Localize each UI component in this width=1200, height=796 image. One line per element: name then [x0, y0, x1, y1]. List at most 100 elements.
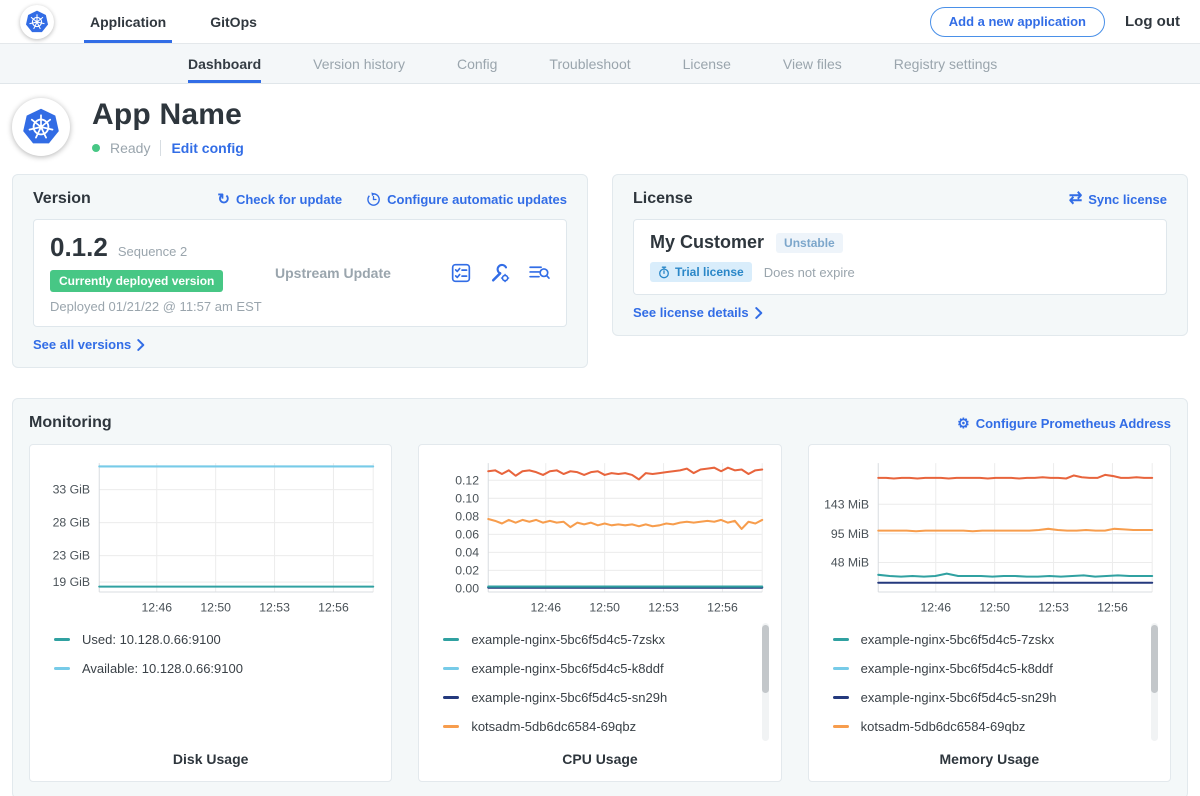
tab-registry-settings[interactable]: Registry settings [894, 44, 997, 83]
legend-label: example-nginx-5bc6f5d4c5-sn29h [861, 690, 1057, 705]
chart-card-memory: 48 MiB95 MiB143 MiB12:4612:5012:5312:56 … [808, 444, 1171, 782]
legend-swatch [833, 667, 849, 670]
disk-usage-legend: Used: 10.128.0.66:9100 Available: 10.128.… [42, 621, 379, 743]
license-details-card: My Customer Unstable Trial license Does … [633, 219, 1167, 295]
legend-swatch [443, 638, 459, 641]
legend-swatch [54, 638, 70, 641]
legend-item: example-nginx-5bc6f5d4c5-sn29h [833, 683, 1144, 712]
svg-text:12:50: 12:50 [979, 600, 1010, 614]
edit-config-wrench-icon[interactable] [489, 263, 510, 283]
legend-item: kotsadm-5db6dc6584-69qbz [443, 712, 754, 741]
legend-label: example-nginx-5bc6f5d4c5-k8ddf [471, 661, 663, 676]
sync-license-link[interactable]: ⇄ Sync license [1069, 191, 1167, 207]
tab-application[interactable]: Application [90, 0, 166, 43]
divider [160, 140, 161, 156]
chevron-right-icon [137, 339, 145, 351]
configure-automatic-updates-link[interactable]: Configure automatic updates [366, 192, 567, 207]
tab-config[interactable]: Config [457, 44, 497, 83]
configure-prometheus-link[interactable]: ⚙ Configure Prometheus Address [957, 416, 1171, 431]
app-header: App Name Ready Edit config [0, 84, 1200, 166]
scrollbar-thumb[interactable] [1151, 625, 1158, 693]
svg-text:12:46: 12:46 [141, 600, 172, 614]
view-diff-icon[interactable] [528, 264, 550, 282]
stopwatch-icon [658, 266, 670, 279]
svg-text:12:53: 12:53 [1038, 600, 1069, 614]
version-card-title: Version [33, 190, 91, 208]
edit-config-link[interactable]: Edit config [171, 140, 243, 156]
trial-license-badge: Trial license [650, 262, 752, 282]
sequence-label: Sequence 2 [118, 244, 187, 259]
tab-dashboard[interactable]: Dashboard [188, 44, 261, 83]
legend-item: Used: 10.128.0.66:9100 [54, 625, 365, 654]
chart-card-disk: 19 GiB23 GiB28 GiB33 GiB12:4612:5012:531… [29, 444, 392, 782]
legend-item: example-nginx-5bc6f5d4c5-k8ddf [443, 654, 754, 683]
svg-text:12:53: 12:53 [259, 600, 290, 614]
svg-text:12:46: 12:46 [531, 600, 562, 614]
refresh-icon: ↻ [217, 192, 230, 207]
version-source: Upstream Update [275, 265, 451, 281]
tab-troubleshoot[interactable]: Troubleshoot [549, 44, 630, 83]
memory-usage-legend: example-nginx-5bc6f5d4c5-7zskx example-ng… [821, 621, 1158, 743]
svg-text:33 GiB: 33 GiB [53, 483, 90, 497]
legend-label: kotsadm-5db6dc6584-69qbz [861, 719, 1026, 734]
app-logo-icon [12, 98, 70, 156]
svg-text:0.02: 0.02 [456, 563, 480, 577]
auto-update-clock-icon [366, 192, 381, 207]
svg-text:12:50: 12:50 [200, 600, 231, 614]
svg-text:95 MiB: 95 MiB [831, 527, 869, 541]
cpu-usage-chart: 0.000.020.040.060.080.100.1212:4612:5012… [431, 455, 768, 619]
monitoring-title: Monitoring [29, 414, 112, 432]
svg-text:12:53: 12:53 [649, 600, 680, 614]
chart-title: Memory Usage [821, 751, 1158, 767]
svg-text:12:50: 12:50 [590, 600, 621, 614]
kubernetes-logo-icon [20, 5, 54, 39]
legend-label: example-nginx-5bc6f5d4c5-sn29h [471, 690, 667, 705]
svg-text:48 MiB: 48 MiB [831, 556, 869, 570]
svg-text:0.10: 0.10 [456, 491, 480, 505]
legend-label: Available: 10.128.0.66:9100 [82, 661, 243, 676]
scrollbar-thumb[interactable] [762, 625, 769, 693]
license-card-title: License [633, 190, 693, 208]
svg-text:12:56: 12:56 [318, 600, 349, 614]
svg-text:0.08: 0.08 [456, 509, 480, 523]
legend-scrollbar[interactable] [1151, 623, 1158, 741]
legend-swatch [833, 696, 849, 699]
sync-icon: ⇄ [1069, 191, 1082, 207]
legend-label: example-nginx-5bc6f5d4c5-k8ddf [861, 661, 1053, 676]
chart-title: Disk Usage [42, 751, 379, 767]
legend-label: Used: 10.128.0.66:9100 [82, 632, 221, 647]
legend-swatch [833, 638, 849, 641]
deployed-badge: Currently deployed version [50, 270, 223, 292]
check-for-update-link[interactable]: ↻ Check for update [217, 192, 342, 207]
logout-button[interactable]: Log out [1125, 13, 1180, 30]
svg-text:12:46: 12:46 [920, 600, 951, 614]
add-application-button[interactable]: Add a new application [930, 7, 1105, 37]
cpu-usage-legend: example-nginx-5bc6f5d4c5-7zskxexample-ng… [431, 621, 768, 743]
svg-text:28 GiB: 28 GiB [53, 516, 90, 530]
tab-license[interactable]: License [683, 44, 731, 83]
chevron-right-icon [755, 307, 763, 319]
tab-gitops[interactable]: GitOps [210, 0, 257, 43]
legend-item: example-nginx-5bc6f5d4c5-7zskx [833, 625, 1144, 654]
svg-text:12:56: 12:56 [707, 600, 738, 614]
version-number: 0.1.2 [50, 232, 108, 263]
svg-text:12:56: 12:56 [1097, 600, 1128, 614]
customer-name: My Customer [650, 232, 764, 253]
topnav-tabs: Application GitOps [90, 0, 257, 43]
svg-text:23 GiB: 23 GiB [53, 549, 90, 563]
legend-item: example-nginx-5bc6f5d4c5-sn29h [443, 683, 754, 712]
monitoring-section: Monitoring ⚙ Configure Prometheus Addres… [12, 398, 1188, 796]
svg-text:0.04: 0.04 [456, 545, 480, 559]
chart-card-cpu: 0.000.020.040.060.080.100.1212:4612:5012… [418, 444, 781, 782]
svg-text:143 MiB: 143 MiB [824, 497, 869, 511]
see-all-versions-link[interactable]: See all versions [33, 337, 567, 352]
app-sub-nav: Dashboard Version history Config Trouble… [0, 44, 1200, 84]
status-text: Ready [110, 140, 150, 156]
see-license-details-link[interactable]: See license details [633, 305, 1167, 320]
tab-view-files[interactable]: View files [783, 44, 842, 83]
page-title: App Name [92, 98, 244, 132]
top-nav: Application GitOps Add a new application… [0, 0, 1200, 44]
legend-scrollbar[interactable] [762, 623, 769, 741]
preflight-checks-icon[interactable] [451, 263, 471, 283]
tab-version-history[interactable]: Version history [313, 44, 405, 83]
